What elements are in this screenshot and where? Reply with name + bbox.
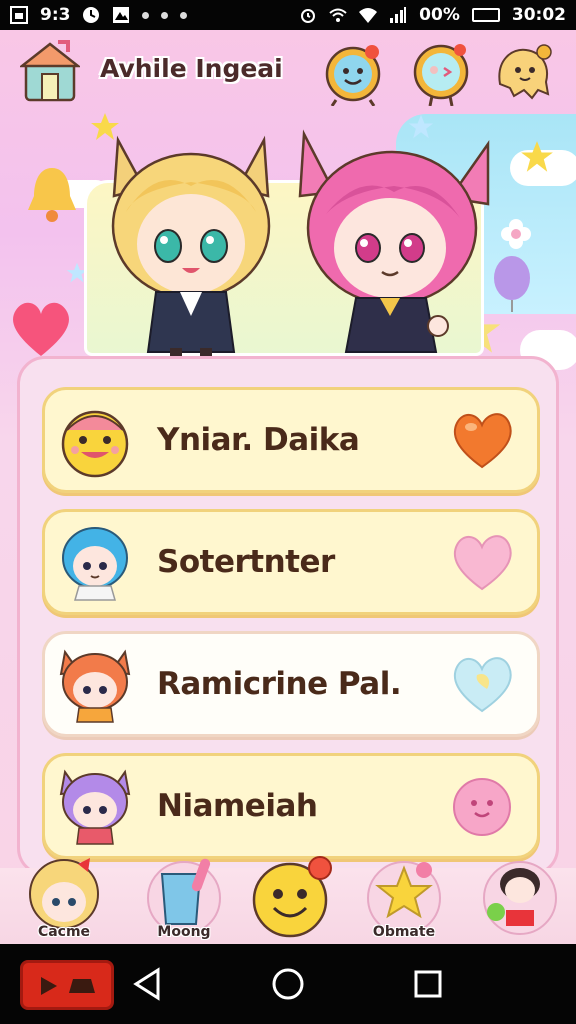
tab-obmate[interactable]: Obmate xyxy=(362,854,446,942)
blue-hair-girl-avatar xyxy=(62,527,128,601)
friend-row[interactable]: Niameiah xyxy=(42,753,540,859)
blonde-cat-girl-character xyxy=(111,135,271,360)
drink-cup-icon xyxy=(147,858,221,934)
boy-character-icon xyxy=(483,861,557,935)
friend-row[interactable]: Sotertnter xyxy=(42,509,540,615)
system-nav-bar xyxy=(0,944,576,1024)
orange-cat-girl-avatar xyxy=(59,649,131,723)
alarm-icon xyxy=(301,9,316,23)
friend-name: Niameiah xyxy=(157,788,318,824)
tab-home[interactable] xyxy=(248,854,332,942)
tab-profile[interactable] xyxy=(476,854,560,942)
purple-cat-girl-avatar xyxy=(59,769,131,845)
home-icon[interactable] xyxy=(268,964,308,1004)
recents-icon[interactable] xyxy=(408,964,448,1004)
clock: 30:02 xyxy=(511,5,566,25)
app-title: Avhile Ingeai xyxy=(100,54,283,83)
friend-name: Sotertnter xyxy=(157,544,335,580)
tab-label: Obmate xyxy=(372,924,436,940)
friends-panel: Yniar. Daika Sotertnter Ramicrine Pal. N… xyxy=(17,356,559,876)
tab-cacme[interactable]: Cacme xyxy=(22,854,106,942)
wifi-icon xyxy=(329,8,347,22)
notification-dot xyxy=(142,11,150,19)
friend-name: Yniar. Daika xyxy=(157,422,360,458)
heart-balloon-icon xyxy=(13,302,69,356)
status-left-text: 9:3 xyxy=(40,5,71,25)
wifi-strong-icon xyxy=(359,8,378,23)
flower-icon xyxy=(501,219,531,249)
friend-row[interactable]: Ramicrine Pal. xyxy=(42,631,540,737)
tab-moong[interactable]: Moong xyxy=(142,854,226,942)
notification-dot xyxy=(180,11,188,19)
pink-cat-girl-character xyxy=(298,129,490,353)
app-header: Avhile Ingeai xyxy=(0,30,576,118)
pink-heart-icon[interactable] xyxy=(447,527,517,597)
friend-row[interactable]: Yniar. Daika xyxy=(42,387,540,493)
bell-icon xyxy=(28,168,76,222)
image-notification-icon xyxy=(113,7,130,23)
tab-label: Cacme xyxy=(37,924,91,940)
tab-label: Moong xyxy=(157,924,211,940)
back-icon[interactable] xyxy=(128,964,168,1004)
clock-face-icon[interactable] xyxy=(322,40,384,106)
recent-app-thumbnail[interactable] xyxy=(20,960,114,1010)
status-bar: 9:3 00% 30:02 xyxy=(0,0,576,30)
ghost-icon[interactable] xyxy=(492,40,554,106)
friend-name: Ramicrine Pal. xyxy=(157,666,402,702)
star-icon xyxy=(521,141,553,172)
blonde-girl-icon xyxy=(29,858,99,929)
house-icon[interactable] xyxy=(20,38,80,104)
star-badge-icon xyxy=(367,861,441,934)
battery-icon xyxy=(471,8,500,22)
app-screen: Avhile Ingeai Yniar. Daika Sotertnter Ra… xyxy=(0,30,576,944)
notification-dot xyxy=(161,11,169,19)
gallery-notification-icon xyxy=(10,6,28,24)
yellow-smiley-avatar xyxy=(61,410,129,478)
battery-percent: 00% xyxy=(419,5,460,25)
mirror-wink-icon[interactable] xyxy=(410,40,472,106)
smiley-icon xyxy=(252,856,332,938)
sync-icon xyxy=(83,7,100,23)
orange-heart-icon[interactable] xyxy=(447,405,517,475)
signal-icon xyxy=(390,7,407,23)
play-icon xyxy=(41,977,95,995)
pastel-heart-icon[interactable] xyxy=(447,649,517,719)
pink-face-icon[interactable] xyxy=(447,771,517,841)
bottom-tab-bar: Cacme Moong Obmate xyxy=(0,856,576,944)
